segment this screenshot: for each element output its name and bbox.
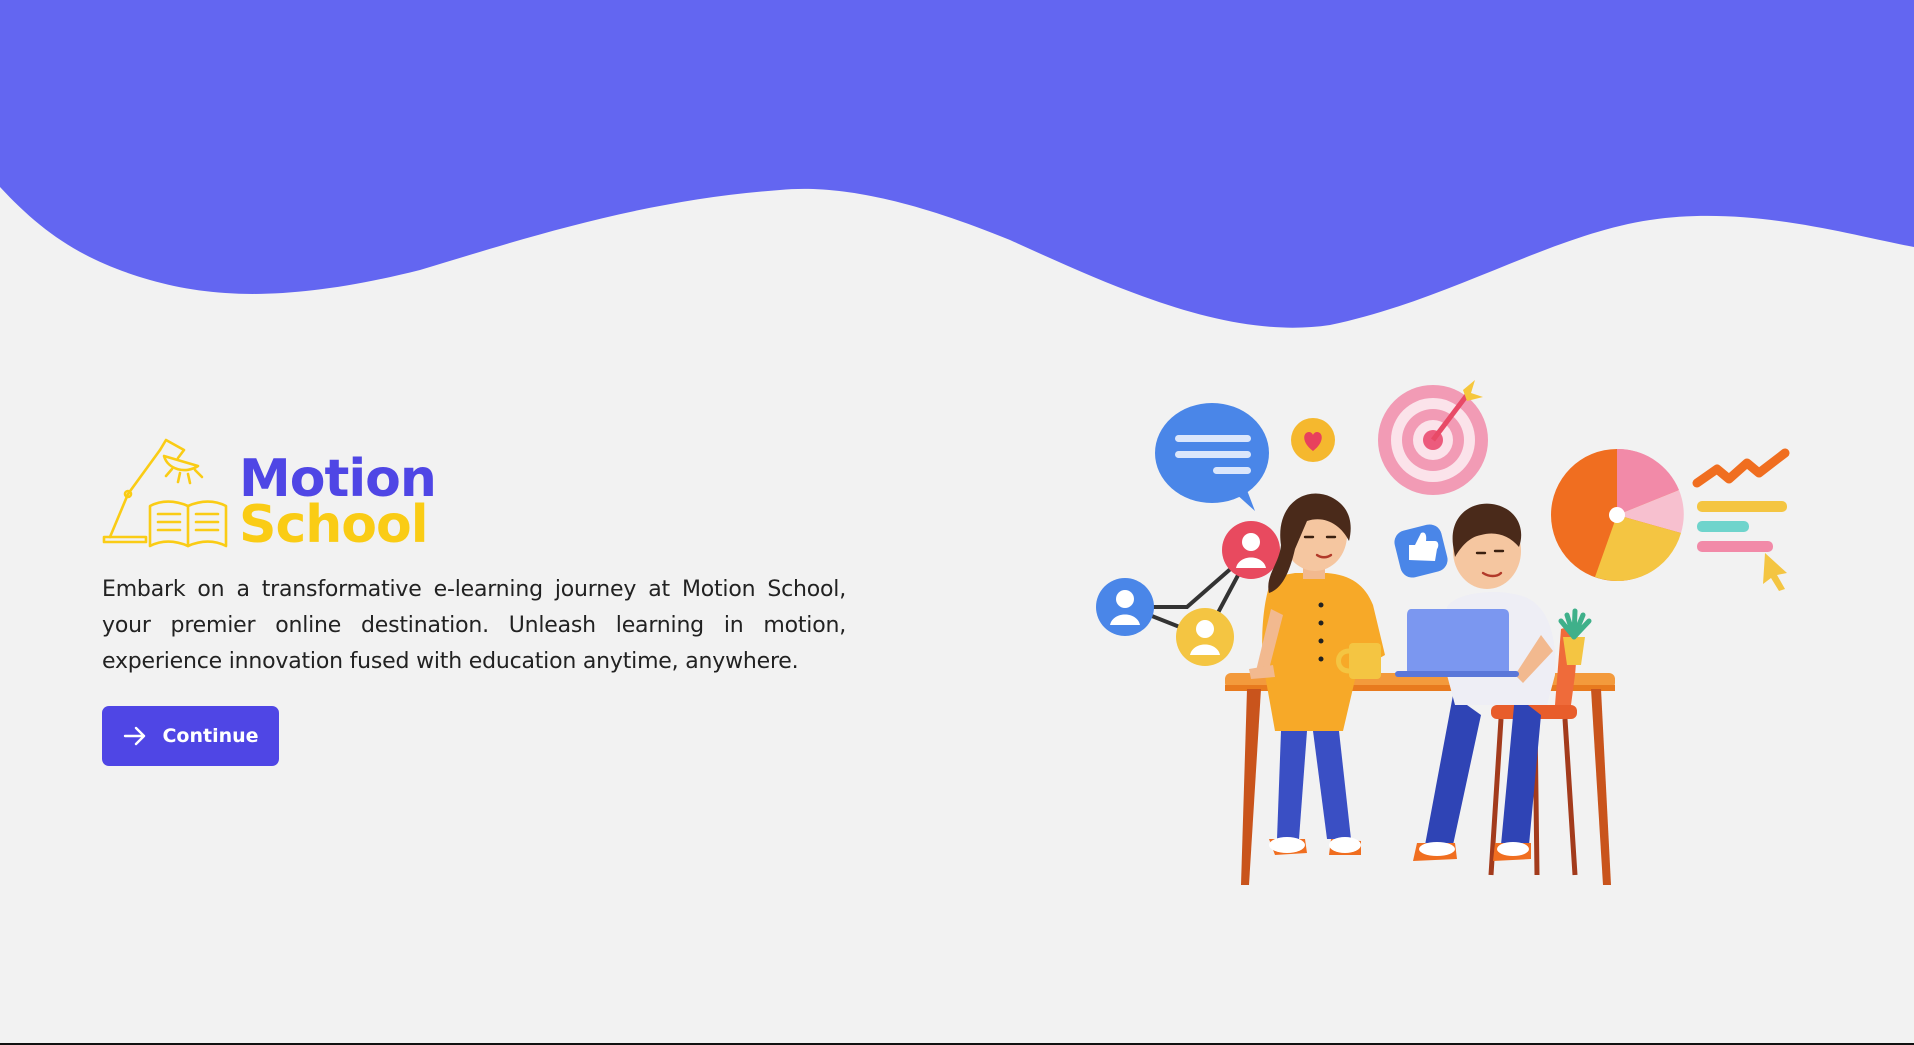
logo[interactable]: Motion School xyxy=(102,436,846,555)
hero-content: Motion School Embark on a transformative… xyxy=(102,436,846,766)
pie-chart-icon xyxy=(1551,448,1684,581)
hero-description: Embark on a transformative e-learning jo… xyxy=(102,577,846,674)
continue-button-label: Continue xyxy=(162,725,259,747)
laptop-icon xyxy=(1395,609,1519,677)
thumbs-up-icon xyxy=(1394,524,1448,578)
heart-icon xyxy=(1291,418,1335,462)
network-icon xyxy=(1096,521,1280,666)
chat-bubble-icon xyxy=(1155,403,1269,511)
target-icon xyxy=(1378,380,1488,495)
trend-icon xyxy=(1692,448,1790,591)
brand-name-line2: School xyxy=(239,495,429,555)
arrow-right-icon xyxy=(124,726,146,746)
lamp-and-open-book-icon xyxy=(102,438,228,548)
brand-name: Motion School xyxy=(239,453,437,555)
people-working-at-desk-illustration xyxy=(1096,380,1790,885)
continue-button[interactable]: Continue xyxy=(102,706,279,766)
header-wave xyxy=(0,0,1914,328)
